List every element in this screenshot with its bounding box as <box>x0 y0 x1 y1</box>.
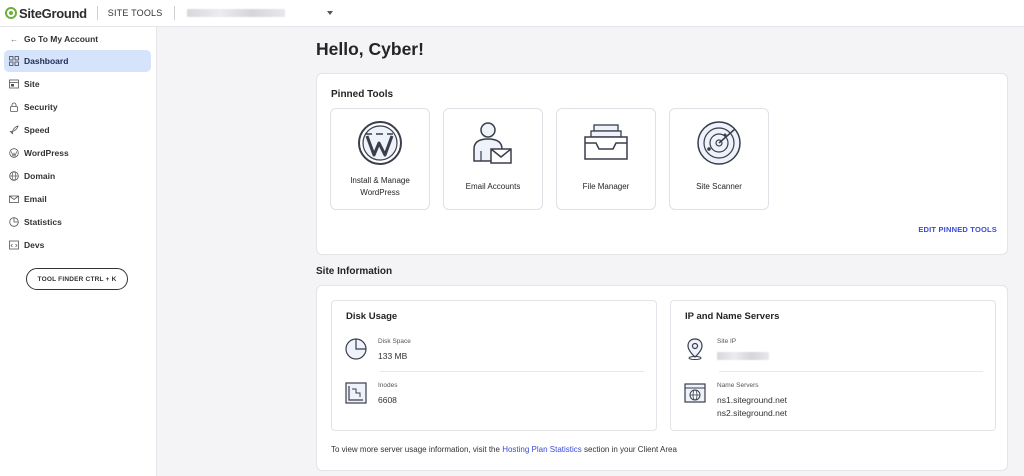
envelope-icon <box>9 194 19 204</box>
sidebar-item-label: Dashboard <box>24 56 69 66</box>
pie-chart-icon <box>9 217 19 227</box>
site-information-title: Site Information <box>316 266 393 277</box>
name-servers-row: Name Servers ns1.siteground.net ns2.site… <box>683 381 787 419</box>
logo-text: SiteGround <box>19 5 87 21</box>
sidebar-item-label: Speed <box>24 125 50 135</box>
tile-email-accounts[interactable]: Email Accounts <box>443 108 543 210</box>
back-link-label: Go To My Account <box>24 34 99 44</box>
sidebar-item-devs[interactable]: Devs <box>4 234 151 256</box>
globe-icon <box>9 171 19 181</box>
ns2-value: ns2.siteground.net <box>717 408 787 418</box>
tile-install-wordpress[interactable]: Install & Manage WordPress <box>330 108 430 210</box>
edit-pinned-tools-button[interactable]: EDIT PINNED TOOLS <box>918 225 997 234</box>
sidebar-item-statistics[interactable]: Statistics <box>4 211 151 233</box>
rocket-icon <box>9 125 19 135</box>
inodes-row: Inodes 6608 <box>344 381 398 406</box>
footer-prefix: To view more server usage information, v… <box>331 445 503 454</box>
inodes-value: 6608 <box>378 395 397 405</box>
topbar-divider <box>96 6 98 20</box>
disk-space-label: Disk Space <box>378 338 411 345</box>
disk-usage-panel: Disk Usage Disk Space 133 MB Inodes 6608 <box>331 300 657 431</box>
disk-space-value: 133 MB <box>378 351 408 361</box>
sidebar: ← Go To My Account Dashboard Site Securi… <box>0 27 157 476</box>
divider <box>719 371 983 372</box>
topbar-divider <box>174 6 176 20</box>
sidebar-item-label: Devs <box>24 240 45 250</box>
sidebar-item-dashboard[interactable]: Dashboard <box>4 50 151 72</box>
pinned-tools-card: Pinned Tools Install & Manage WordPress … <box>316 73 1008 255</box>
user-mail-icon <box>473 122 512 164</box>
site-ip-label: Site IP <box>717 338 737 345</box>
tile-label: Site Scanner <box>696 182 742 191</box>
sidebar-item-label: Domain <box>24 171 56 181</box>
inodes-icon <box>345 382 367 404</box>
sidebar-item-label: Site <box>24 79 40 89</box>
wordpress-logo-icon <box>358 121 402 165</box>
pie-chart-icon <box>345 338 367 360</box>
sidebar-item-label: WordPress <box>24 148 69 158</box>
go-to-account-link[interactable]: ← Go To My Account <box>0 28 156 50</box>
chevron-down-icon <box>327 11 334 15</box>
site-selector[interactable] <box>187 9 334 17</box>
site-tools-label: SITE TOOLS <box>107 8 163 18</box>
ns1-value: ns1.siteground.net <box>717 395 787 405</box>
inodes-label: Inodes <box>378 382 398 389</box>
page-title: Hello, Cyber! <box>316 39 424 59</box>
logo-mark-icon <box>5 7 17 19</box>
tool-finder-button[interactable]: TOOL FINDER CTRL + K <box>26 268 128 290</box>
tile-label: Install & Manage WordPress <box>350 176 410 197</box>
disk-space-row: Disk Space 133 MB <box>344 337 411 362</box>
sidebar-item-label: Security <box>24 102 58 112</box>
sidebar-item-label: Statistics <box>24 217 62 227</box>
tile-label: Email Accounts <box>465 182 521 191</box>
code-icon <box>9 240 19 250</box>
sidebar-item-domain[interactable]: Domain <box>4 165 151 187</box>
sidebar-item-site[interactable]: Site <box>4 73 151 95</box>
site-ip-row: Site IP <box>683 337 769 361</box>
hosting-plan-statistics-link[interactable]: Hosting Plan Statistics <box>502 445 582 454</box>
sidebar-item-label: Email <box>24 194 47 204</box>
file-tray-icon <box>584 124 628 160</box>
lock-icon <box>9 102 19 112</box>
site-name-redacted <box>187 9 286 17</box>
tile-file-manager[interactable]: File Manager <box>556 108 656 210</box>
site-icon <box>9 79 19 89</box>
tile-site-scanner[interactable]: Site Scanner <box>669 108 769 210</box>
sidebar-item-wordpress[interactable]: WordPress <box>4 142 151 164</box>
site-information-card: Disk Usage Disk Space 133 MB Inodes 6608… <box>316 285 1008 471</box>
divider <box>380 371 644 372</box>
sidebar-item-email[interactable]: Email <box>4 188 151 210</box>
sidebar-item-speed[interactable]: Speed <box>4 119 151 141</box>
radar-icon <box>697 121 741 165</box>
footer-suffix: section in your Client Area <box>581 445 677 454</box>
ip-name-servers-panel: IP and Name Servers Site IP Name Servers… <box>670 300 996 431</box>
pinned-tools-title: Pinned Tools <box>331 89 394 100</box>
ip-name-servers-title: IP and Name Servers <box>685 311 780 322</box>
wordpress-icon <box>9 148 19 158</box>
sidebar-item-security[interactable]: Security <box>4 96 151 118</box>
top-bar: SiteGround SITE TOOLS <box>0 0 1024 27</box>
grid-icon <box>9 56 19 66</box>
site-ip-redacted <box>717 352 769 360</box>
arrow-left-icon: ← <box>10 34 18 44</box>
usage-footer-note: To view more server usage information, v… <box>331 445 677 454</box>
disk-usage-title: Disk Usage <box>346 311 398 322</box>
name-servers-label: Name Servers <box>717 382 759 389</box>
siteground-logo[interactable]: SiteGround <box>5 0 87 27</box>
tile-label: File Manager <box>582 182 630 191</box>
main-content: Hello, Cyber! Pinned Tools Install & Man… <box>158 28 1024 476</box>
web-globe-icon <box>684 383 706 403</box>
location-pin-icon <box>687 338 703 360</box>
